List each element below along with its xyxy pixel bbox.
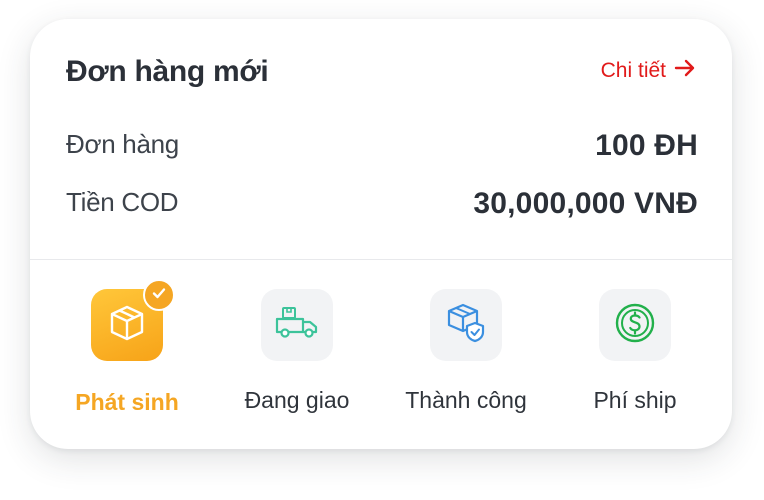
new-orders-card: Đơn hàng mới Chi tiết Đơn hàng 100 ĐH Ti… [30, 19, 732, 449]
tab-thanh-cong[interactable]: Thành công [391, 289, 541, 414]
tab-label: Thành công [405, 387, 527, 413]
tab-phat-sinh[interactable]: Phát sinh [52, 279, 202, 416]
card-title: Đơn hàng mới [66, 55, 269, 88]
orders-value: 100 ĐH [595, 129, 698, 162]
check-badge [143, 279, 175, 311]
cod-value: 30,000,000 VNĐ [473, 187, 698, 220]
arrow-right-icon [674, 58, 696, 84]
dollar-coin-icon [613, 301, 657, 350]
tab-label: Phát sinh [75, 389, 179, 415]
stage: Đơn hàng mới Chi tiết Đơn hàng 100 ĐH Ti… [0, 0, 764, 500]
box-icon [106, 302, 148, 349]
tab-icon-box [261, 289, 333, 361]
tab-icon-box [430, 289, 502, 361]
tab-icon-box [91, 279, 175, 361]
tab-icon-box [599, 289, 671, 361]
tab-label: Phí ship [593, 387, 677, 413]
detail-link-label: Chi tiết [600, 59, 666, 82]
detail-link[interactable]: Chi tiết [601, 58, 696, 84]
check-icon [151, 285, 167, 306]
orders-label: Đơn hàng [66, 129, 179, 159]
tab-dang-giao[interactable]: Đang giao [222, 289, 372, 414]
cod-label: Tiền COD [66, 187, 179, 217]
tab-label: Đang giao [244, 387, 350, 413]
delivery-truck-icon [274, 305, 320, 346]
box-shield-icon [444, 301, 488, 350]
divider [30, 259, 732, 260]
tab-phi-ship[interactable]: Phí ship [560, 289, 710, 414]
